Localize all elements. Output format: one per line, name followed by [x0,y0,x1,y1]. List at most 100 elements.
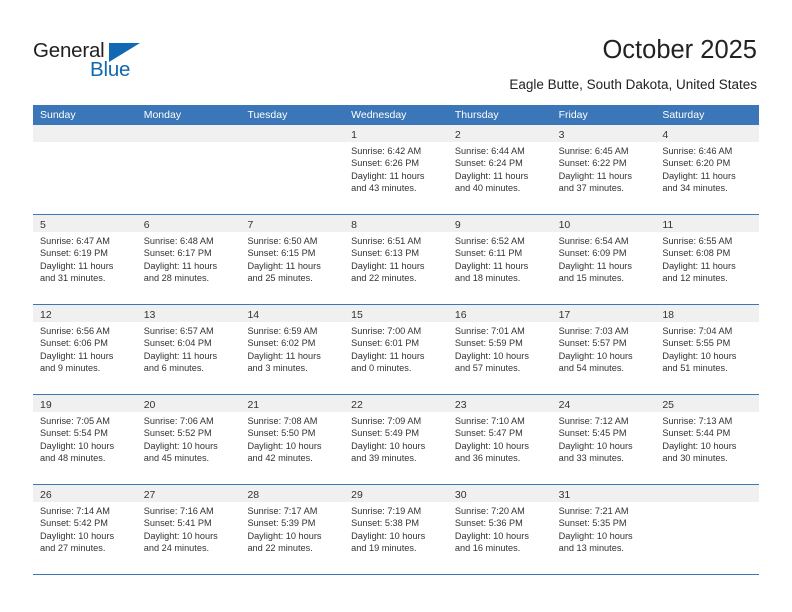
daylight-duration-line-1: Daylight: 11 hours [40,350,114,361]
calendar-day-cell[interactable]: 9 Sunrise: 6:52 AM Sunset: 6:11 PM Daylight… [447,215,552,304]
calendar-weeks: 1 Sunrise: 6:42 AM Sunset: 6:26 PM Daylight… [33,125,760,575]
calendar-day-cell[interactable]: 12 Sunrise: 6:56 AM Sunset: 6:06 PM Dayligh… [33,305,137,394]
day-number-band: 13 [136,305,241,322]
day-number: 11 [662,219,674,231]
calendar-day-cell[interactable]: 28 Sunrise: 7:17 AM Sunset: 5:39 PM Dayligh… [240,485,345,574]
calendar-day-cell[interactable]: 1 Sunrise: 6:42 AM Sunset: 6:26 PM Daylight… [344,125,448,214]
day-number: 27 [143,489,156,501]
calendar-day-cell[interactable]: 14 Sunrise: 6:59 AM Sunset: 6:02 PM Dayligh… [240,305,345,394]
calendar-day-cell[interactable]: 7 Sunrise: 6:50 AM Sunset: 6:15 PM Daylight… [240,215,345,304]
day-detail-body: Sunrise: 6:48 AM Sunset: 6:17 PM Daylight:… [137,232,241,285]
weekday-header-saturday: Saturday [662,109,705,121]
general-blue-logo[interactable]: General Blue [33,39,233,89]
calendar-day-cell[interactable]: 21 Sunrise: 7:08 AM Sunset: 5:50 PM Dayligh… [240,395,345,484]
calendar-day-cell[interactable]: 6 Sunrise: 6:48 AM Sunset: 6:17 PM Daylight… [136,215,241,304]
daylight-duration-line-2: and 33 minutes. [558,453,624,464]
calendar-day-cell[interactable]: 29 Sunrise: 7:19 AM Sunset: 5:38 PM Dayligh… [344,485,448,574]
daylight-duration-line-2: and 12 minutes. [662,273,728,284]
calendar-day-cell[interactable]: 16 Sunrise: 7:01 AM Sunset: 5:59 PM Dayligh… [447,305,552,394]
calendar-day-cell[interactable]: 23 Sunrise: 7:10 AM Sunset: 5:47 PM Dayligh… [447,395,552,484]
sunrise-time: Sunrise: 7:20 AM [454,506,525,516]
calendar-page: General Blue October 2025 Eagle Butte, S… [0,0,792,612]
daylight-duration-line-1: Daylight: 10 hours [40,530,115,541]
day-number-band [655,485,760,502]
day-number-band: 2 [447,125,552,142]
day-number-band: 30 [447,485,552,502]
day-number-band: 9 [447,215,552,232]
sunrise-time: Sunrise: 7:00 AM [351,326,422,336]
calendar-day-cell[interactable]: 19 Sunrise: 7:05 AM Sunset: 5:54 PM Dayligh… [33,395,137,484]
sunrise-time: Sunrise: 6:45 AM [558,146,629,156]
daylight-duration-line-1: Daylight: 10 hours [454,530,529,541]
calendar-day-cell-empty [655,485,760,574]
weekday-header-friday: Friday [558,109,588,121]
day-number-band: 22 [344,395,448,412]
calendar-day-cell[interactable]: 5 Sunrise: 6:47 AM Sunset: 6:19 PM Daylight… [33,215,137,304]
sunrise-time: Sunrise: 6:57 AM [143,326,214,336]
logo-text-blue: Blue [90,58,131,81]
sunrise-time: Sunrise: 7:06 AM [143,416,214,426]
daylight-duration-line-2: and 42 minutes. [247,453,313,464]
day-detail-body: Sunrise: 6:51 AM Sunset: 6:13 PM Daylight:… [344,232,448,285]
daylight-duration-line-1: Daylight: 11 hours [351,260,425,271]
calendar-day-cell[interactable]: 31 Sunrise: 7:21 AM Sunset: 5:35 PM Dayligh… [551,485,656,574]
calendar-day-cell[interactable]: 27 Sunrise: 7:16 AM Sunset: 5:41 PM Dayligh… [136,485,241,574]
calendar-day-cell[interactable]: 18 Sunrise: 7:04 AM Sunset: 5:55 PM Dayligh… [655,305,760,394]
calendar-day-cell[interactable]: 24 Sunrise: 7:12 AM Sunset: 5:45 PM Dayligh… [551,395,656,484]
day-detail-body: Sunrise: 7:10 AM Sunset: 5:47 PM Daylight:… [448,412,552,465]
day-detail-body: Sunrise: 6:54 AM Sunset: 6:09 PM Daylight:… [552,232,656,285]
calendar-day-cell[interactable]: 2 Sunrise: 6:44 AM Sunset: 6:24 PM Daylight… [447,125,552,214]
day-number: 6 [143,219,150,231]
day-number: 28 [247,489,260,501]
daylight-duration-line-2: and 24 minutes. [143,543,210,554]
daylight-duration-line-2: and 15 minutes. [558,273,624,284]
day-number: 23 [454,399,467,411]
calendar-day-cell[interactable]: 15 Sunrise: 7:00 AM Sunset: 6:01 PM Dayligh… [344,305,448,394]
sunset-time: Sunset: 5:35 PM [558,518,627,529]
day-number: 12 [40,309,52,321]
day-number: 30 [454,489,467,501]
calendar-day-cell[interactable]: 13 Sunrise: 6:57 AM Sunset: 6:04 PM Dayligh… [136,305,241,394]
day-detail-body: Sunrise: 6:44 AM Sunset: 6:24 PM Daylight:… [448,142,552,195]
calendar-day-cell[interactable]: 22 Sunrise: 7:09 AM Sunset: 5:49 PM Dayligh… [344,395,448,484]
calendar-day-cell[interactable]: 25 Sunrise: 7:13 AM Sunset: 5:44 PM Dayligh… [655,395,760,484]
sunset-time: Sunset: 5:50 PM [247,428,316,439]
daylight-duration-line-2: and 40 minutes. [454,183,521,194]
day-number-band: 23 [447,395,552,412]
day-number-band: 12 [33,305,137,322]
day-detail-body: Sunrise: 7:12 AM Sunset: 5:45 PM Daylight:… [552,412,656,465]
calendar-day-cell[interactable]: 4 Sunrise: 6:46 AM Sunset: 6:20 PM Daylight… [655,125,760,214]
day-number: 14 [247,309,260,321]
daylight-duration-line-2: and 0 minutes. [351,363,412,374]
calendar-day-cell[interactable]: 30 Sunrise: 7:20 AM Sunset: 5:36 PM Dayligh… [447,485,552,574]
sunset-time: Sunset: 5:47 PM [454,428,523,439]
calendar-day-cell[interactable]: 17 Sunrise: 7:03 AM Sunset: 5:57 PM Dayligh… [551,305,656,394]
day-number-band: 19 [33,395,137,412]
day-number: 26 [40,489,52,501]
daylight-duration-line-1: Daylight: 10 hours [662,350,737,361]
day-detail-body: Sunrise: 7:13 AM Sunset: 5:44 PM Daylight:… [655,412,759,465]
day-number: 25 [662,399,674,411]
calendar-day-cell[interactable]: 10 Sunrise: 6:54 AM Sunset: 6:09 PM Dayligh… [551,215,656,304]
calendar-day-cell-empty [33,125,137,214]
daylight-duration-line-1: Daylight: 10 hours [558,350,633,361]
calendar-day-cell[interactable]: 11 Sunrise: 6:55 AM Sunset: 6:08 PM Dayligh… [655,215,760,304]
day-number-band: 26 [33,485,137,502]
daylight-duration-line-1: Daylight: 11 hours [143,350,218,361]
sunrise-time: Sunrise: 7:01 AM [454,326,525,336]
day-detail-body: Sunrise: 7:17 AM Sunset: 5:39 PM Daylight:… [240,502,344,555]
daylight-duration-line-2: and 9 minutes. [40,363,101,374]
day-detail-body: Sunrise: 7:19 AM Sunset: 5:38 PM Daylight:… [344,502,448,555]
daylight-duration-line-2: and 51 minutes. [662,363,728,374]
day-detail-body: Sunrise: 7:01 AM Sunset: 5:59 PM Daylight:… [448,322,552,375]
day-detail-body: Sunrise: 6:55 AM Sunset: 6:08 PM Daylight:… [655,232,759,285]
day-number: 17 [558,309,571,321]
weekday-header-monday: Monday [143,109,182,121]
calendar-day-cell[interactable]: 26 Sunrise: 7:14 AM Sunset: 5:42 PM Dayligh… [33,485,137,574]
daylight-duration-line-1: Daylight: 10 hours [247,440,322,451]
sunrise-time: Sunrise: 7:10 AM [454,416,525,426]
day-number: 13 [143,309,156,321]
calendar-day-cell[interactable]: 20 Sunrise: 7:06 AM Sunset: 5:52 PM Dayligh… [136,395,241,484]
calendar-day-cell[interactable]: 8 Sunrise: 6:51 AM Sunset: 6:13 PM Daylight… [344,215,448,304]
calendar-day-cell[interactable]: 3 Sunrise: 6:45 AM Sunset: 6:22 PM Daylight… [551,125,656,214]
